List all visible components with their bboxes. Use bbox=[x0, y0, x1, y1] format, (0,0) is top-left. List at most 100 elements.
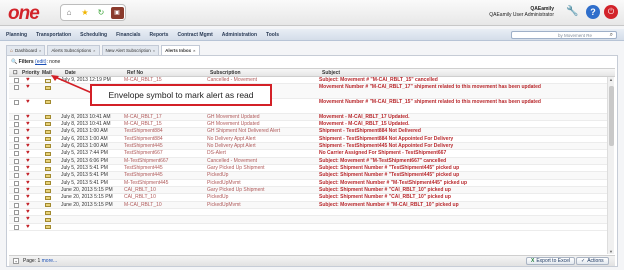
paging-toggle-icon[interactable]: + bbox=[13, 258, 19, 264]
row-checkbox[interactable] bbox=[14, 166, 19, 171]
envelope-icon[interactable] bbox=[45, 210, 51, 215]
row-ref[interactable]: M-TestShipment445 bbox=[124, 180, 168, 187]
star-icon[interactable]: ★ bbox=[79, 7, 92, 19]
table-row[interactable]: ♥ bbox=[9, 209, 607, 217]
row-subscription[interactable]: PickedUp bbox=[207, 173, 228, 179]
row-ref[interactable]: TestShipment445 bbox=[124, 165, 163, 172]
row-checkbox[interactable] bbox=[14, 129, 19, 135]
table-row[interactable]: ♥ July 8, 2013 10:41 AM M-CAI_RBLT_15 GH Mo… bbox=[9, 121, 607, 129]
refresh-icon[interactable]: ↻ bbox=[95, 7, 108, 19]
row-checkbox[interactable] bbox=[14, 136, 19, 142]
row-checkbox[interactable] bbox=[14, 151, 19, 157]
table-row[interactable]: ♥ July 6, 2013 1:00 AM TestShipment884 GH S… bbox=[9, 128, 607, 136]
envelope-icon[interactable] bbox=[45, 159, 51, 164]
table-row[interactable]: ♥ June 20, 2013 5:15 PM CAI_RBLT_10 Gary Pi… bbox=[9, 187, 607, 195]
nav-transportation[interactable]: Transportation bbox=[36, 32, 71, 38]
row-subject[interactable]: No Carrier Assigned For Shipment - TestS… bbox=[319, 151, 601, 157]
row-subject[interactable]: Shipment - TestShipment445 Not Appointed… bbox=[319, 143, 601, 150]
page-number[interactable]: 1 bbox=[37, 258, 40, 264]
row-checkbox[interactable] bbox=[14, 202, 19, 208]
row-checkbox[interactable] bbox=[14, 210, 19, 216]
row-subscription[interactable]: DS-Alert bbox=[207, 151, 226, 157]
table-row[interactable]: ♥ June 20, 2013 5:15 PM M-CAI_RBLT_10 Picke… bbox=[9, 201, 607, 210]
row-subscription[interactable]: No Delivery Appt Alert bbox=[207, 143, 256, 150]
col-subject[interactable]: Subject bbox=[322, 70, 340, 76]
nav-tools[interactable]: Tools bbox=[266, 32, 279, 38]
col-priority[interactable]: Priority bbox=[22, 70, 40, 76]
envelope-icon[interactable] bbox=[45, 137, 51, 142]
envelope-icon[interactable] bbox=[45, 217, 51, 222]
scrollbar-thumb[interactable] bbox=[609, 86, 614, 146]
row-subject[interactable]: Subject: Movement # "M-TestShipment667" … bbox=[319, 158, 601, 165]
nav-planning[interactable]: Planning bbox=[6, 32, 27, 38]
select-all-checkbox[interactable]: ☐ bbox=[13, 70, 17, 76]
row-checkbox[interactable] bbox=[14, 217, 19, 223]
table-row[interactable]: ♥ bbox=[9, 216, 607, 224]
row-subject[interactable]: Movement - M-CAI_RBLT_17 Updated. bbox=[319, 114, 601, 121]
envelope-icon[interactable] bbox=[45, 151, 51, 156]
row-checkbox[interactable] bbox=[14, 180, 19, 186]
col-subscription[interactable]: Subscription bbox=[210, 70, 241, 76]
nav-scheduling[interactable]: Scheduling bbox=[80, 32, 107, 38]
row-checkbox[interactable] bbox=[14, 114, 19, 120]
row-checkbox[interactable] bbox=[14, 173, 19, 179]
row-ref[interactable]: TestShipment667 bbox=[124, 151, 163, 157]
table-row[interactable]: ♥ July 5, 2013 5:41 PM M-TestShipment445 Pi… bbox=[9, 180, 607, 188]
row-subject[interactable]: Subject: Movement Number # "M-TestShipme… bbox=[319, 180, 601, 187]
row-ref[interactable]: TestShipment884 bbox=[124, 129, 163, 135]
nav-reports[interactable]: Reports bbox=[150, 32, 169, 38]
col-ref[interactable]: Ref No bbox=[127, 70, 143, 76]
table-row[interactable]: ♥ July 6, 2013 1:00 AM TestShipment445 No D… bbox=[9, 142, 607, 151]
close-icon[interactable]: × bbox=[39, 48, 41, 53]
row-subject[interactable]: Subject: Shipment Number # "TestShipment… bbox=[319, 173, 601, 179]
envelope-icon[interactable] bbox=[45, 100, 51, 105]
row-subscription[interactable]: No Delivery Appt Alert bbox=[207, 136, 256, 143]
row-checkbox[interactable] bbox=[14, 99, 19, 105]
row-subject[interactable]: Movement - M-CAI_RBLT_15 Updated. bbox=[319, 121, 601, 128]
row-checkbox[interactable] bbox=[14, 143, 19, 149]
table-row[interactable]: ♥ July 5, 2013 5:41 PM TestShipment445 Gary… bbox=[9, 165, 607, 173]
more-pages-link[interactable]: more... bbox=[42, 258, 58, 264]
row-checkbox[interactable] bbox=[14, 224, 19, 230]
row-subscription[interactable]: PickedUpMvmt bbox=[207, 180, 241, 187]
table-row[interactable]: ♥ July 8, 2013 10:41 AM M-CAI_RBLT_17 GH Mo… bbox=[9, 113, 607, 121]
help-icon[interactable]: ? bbox=[586, 5, 600, 19]
table-row[interactable]: ♥ July 5, 2013 6:06 PM M-TestShipment667 Ca… bbox=[9, 157, 607, 165]
scroll-down-icon[interactable]: ▼ bbox=[609, 249, 613, 254]
row-subscription[interactable]: PickedUp bbox=[207, 195, 228, 201]
table-row[interactable]: ♥ bbox=[9, 224, 607, 232]
envelope-icon[interactable] bbox=[45, 203, 51, 208]
row-ref[interactable]: M-CAI_RBLT_15 bbox=[124, 77, 162, 84]
screen-icon[interactable]: ▣ bbox=[110, 6, 124, 19]
tab-new-alert-subscription[interactable]: New Alert Subscription × bbox=[101, 45, 160, 55]
filters-edit-link[interactable]: (edit) bbox=[35, 59, 46, 65]
row-subject[interactable]: Shipment - TestShipment884 Not Delivered bbox=[319, 129, 601, 135]
row-subject[interactable]: Movement Number # "M-CAI_RBLT_17" shipme… bbox=[319, 85, 601, 91]
home-icon[interactable]: ⌂ bbox=[63, 7, 76, 19]
row-checkbox[interactable] bbox=[14, 121, 19, 127]
row-subscription[interactable]: Gary Picked Up Shipment bbox=[207, 187, 265, 194]
power-icon[interactable]: ⏻ bbox=[604, 5, 618, 19]
tab-alerts-inbox[interactable]: Alerts Inbox × bbox=[161, 45, 200, 55]
search-input[interactable]: by Movement Re ⌕ bbox=[511, 31, 617, 39]
row-ref[interactable]: M-CAI_RBLT_17 bbox=[124, 114, 162, 121]
row-ref[interactable]: M-TestShipment667 bbox=[124, 158, 168, 165]
row-ref[interactable]: M-CAI_RBLT_10 bbox=[124, 202, 162, 209]
close-icon[interactable]: × bbox=[93, 48, 95, 53]
envelope-icon[interactable] bbox=[45, 225, 51, 230]
row-ref[interactable]: CAI_RBLT_10 bbox=[124, 187, 156, 194]
row-ref[interactable]: M-CAI_RBLT_15 bbox=[124, 121, 162, 128]
row-subscription[interactable]: Cancelled - Movement bbox=[207, 158, 257, 165]
close-icon[interactable]: × bbox=[153, 48, 155, 53]
row-ref[interactable]: TestShipment445 bbox=[124, 173, 163, 179]
row-subject[interactable]: Subject: Movement # "M-CAI_RBLT_15" canc… bbox=[319, 77, 601, 84]
row-subscription[interactable]: GH Movement Updated bbox=[207, 114, 260, 121]
envelope-icon[interactable] bbox=[45, 166, 51, 171]
envelope-icon[interactable] bbox=[45, 181, 51, 186]
tab-dashboard[interactable]: ⌂ Dashboard × bbox=[6, 45, 46, 55]
export-to-excel-button[interactable]: X Export to Excel bbox=[526, 257, 575, 265]
one-logo[interactable]: one bbox=[8, 3, 40, 25]
row-ref[interactable]: CAI_RBLT_10 bbox=[124, 195, 156, 201]
table-row[interactable]: ♥ July 6, 2013 1:00 AM TestShipment884 No D… bbox=[9, 136, 607, 143]
row-subject[interactable]: Subject: Shipment Number # "CAI_RBLT_10"… bbox=[319, 195, 601, 201]
